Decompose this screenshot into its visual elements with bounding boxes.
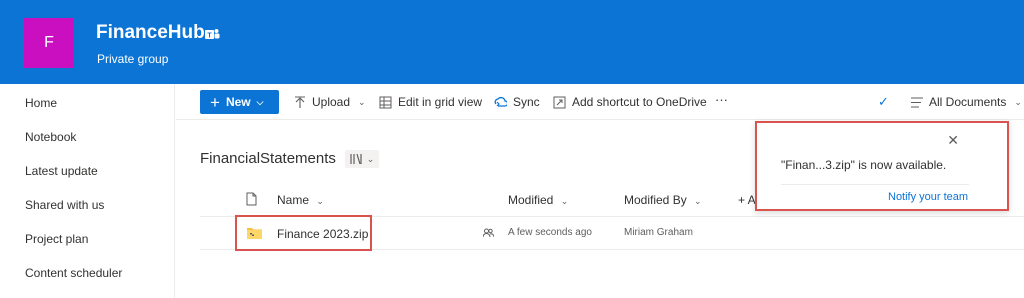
toast-message: "Finan...3.zip" is now available.: [781, 158, 947, 172]
nav-item-content-scheduler[interactable]: Content scheduler: [25, 266, 122, 280]
svg-text:T: T: [207, 33, 212, 40]
nav-item-home[interactable]: Home: [25, 96, 57, 110]
column-header-name-label: Name: [277, 193, 310, 207]
toast-divider: [781, 184, 969, 185]
column-header-modified-label: Modified: [508, 193, 554, 207]
list-view-icon: [911, 96, 923, 108]
library-view-button[interactable]: ⌄: [345, 150, 379, 168]
modified-cell: A few seconds ago: [508, 227, 592, 238]
shortcut-icon: [553, 96, 566, 108]
more-button[interactable]: ···: [715, 92, 728, 107]
nav-item-shared-with-us[interactable]: Shared with us: [25, 198, 104, 212]
column-header-modified-by-label: Modified By: [624, 193, 687, 207]
chevron-down-icon: ⌄: [316, 196, 324, 206]
site-title[interactable]: FinanceHub: [96, 22, 205, 44]
site-subtitle: Private group: [97, 52, 169, 66]
nav-item-project-plan[interactable]: Project plan: [25, 232, 88, 246]
sync-label: Sync: [513, 95, 540, 109]
chevron-down-icon: ⌄: [694, 196, 702, 206]
chevron-down-icon: ⌄: [560, 196, 569, 206]
notify-team-link[interactable]: Notify your team: [888, 191, 968, 203]
site-header: F FinanceHub T Private group: [0, 0, 1024, 84]
new-button[interactable]: + New ⌵: [200, 90, 279, 114]
check-icon[interactable]: ✓: [878, 94, 889, 110]
upload-label: Upload: [312, 95, 351, 109]
site-logo[interactable]: F: [24, 18, 74, 68]
edit-grid-button[interactable]: Edit in grid view: [379, 95, 482, 109]
plus-icon: +: [210, 92, 220, 112]
edit-grid-label: Edit in grid view: [398, 95, 483, 109]
left-navigation: Home Notebook Latest update Shared with …: [0, 84, 175, 298]
view-selector[interactable]: All Documents ⌄: [911, 95, 1022, 109]
chevron-down-icon: ⌄: [1014, 96, 1022, 107]
site-logo-letter: F: [44, 34, 54, 51]
grid-icon: [379, 96, 392, 108]
library-icon: [350, 153, 362, 165]
sync-icon: [494, 96, 507, 107]
upload-button[interactable]: Upload ⌄: [294, 95, 366, 109]
nav-item-latest-update[interactable]: Latest update: [25, 164, 98, 178]
new-button-label: New: [225, 95, 251, 109]
close-icon[interactable]: ✕: [947, 132, 959, 149]
chevron-down-icon: ⌄: [358, 96, 366, 107]
upload-icon: [295, 95, 305, 108]
column-header-modified[interactable]: Modified ⌄: [508, 193, 568, 207]
nav-item-notebook[interactable]: Notebook: [25, 130, 76, 144]
add-column-button[interactable]: + A: [738, 193, 756, 207]
file-highlight-box: [235, 215, 372, 251]
library-title: FinancialStatements: [200, 150, 336, 167]
modified-by-cell: Miriam Graham: [624, 227, 693, 238]
notification-toast: ✕ "Finan...3.zip" is now available. Noti…: [755, 121, 1009, 211]
column-header-name[interactable]: Name ⌄: [277, 193, 324, 207]
file-type-icon[interactable]: [246, 192, 257, 206]
chevron-down-icon: ⌄: [366, 153, 375, 164]
chevron-down-icon: ⌵: [256, 96, 264, 107]
sync-button[interactable]: Sync: [493, 95, 540, 109]
add-shortcut-label: Add shortcut to OneDrive: [572, 95, 707, 109]
shared-people-icon[interactable]: [483, 228, 494, 238]
add-shortcut-button[interactable]: Add shortcut to OneDrive: [553, 95, 707, 109]
column-header-modified-by[interactable]: Modified By ⌄: [624, 193, 702, 207]
view-selector-label: All Documents: [929, 95, 1007, 109]
command-bar: + New ⌵ Upload ⌄ Edit in grid view Sync …: [176, 84, 1024, 120]
teams-icon[interactable]: T: [204, 27, 220, 41]
